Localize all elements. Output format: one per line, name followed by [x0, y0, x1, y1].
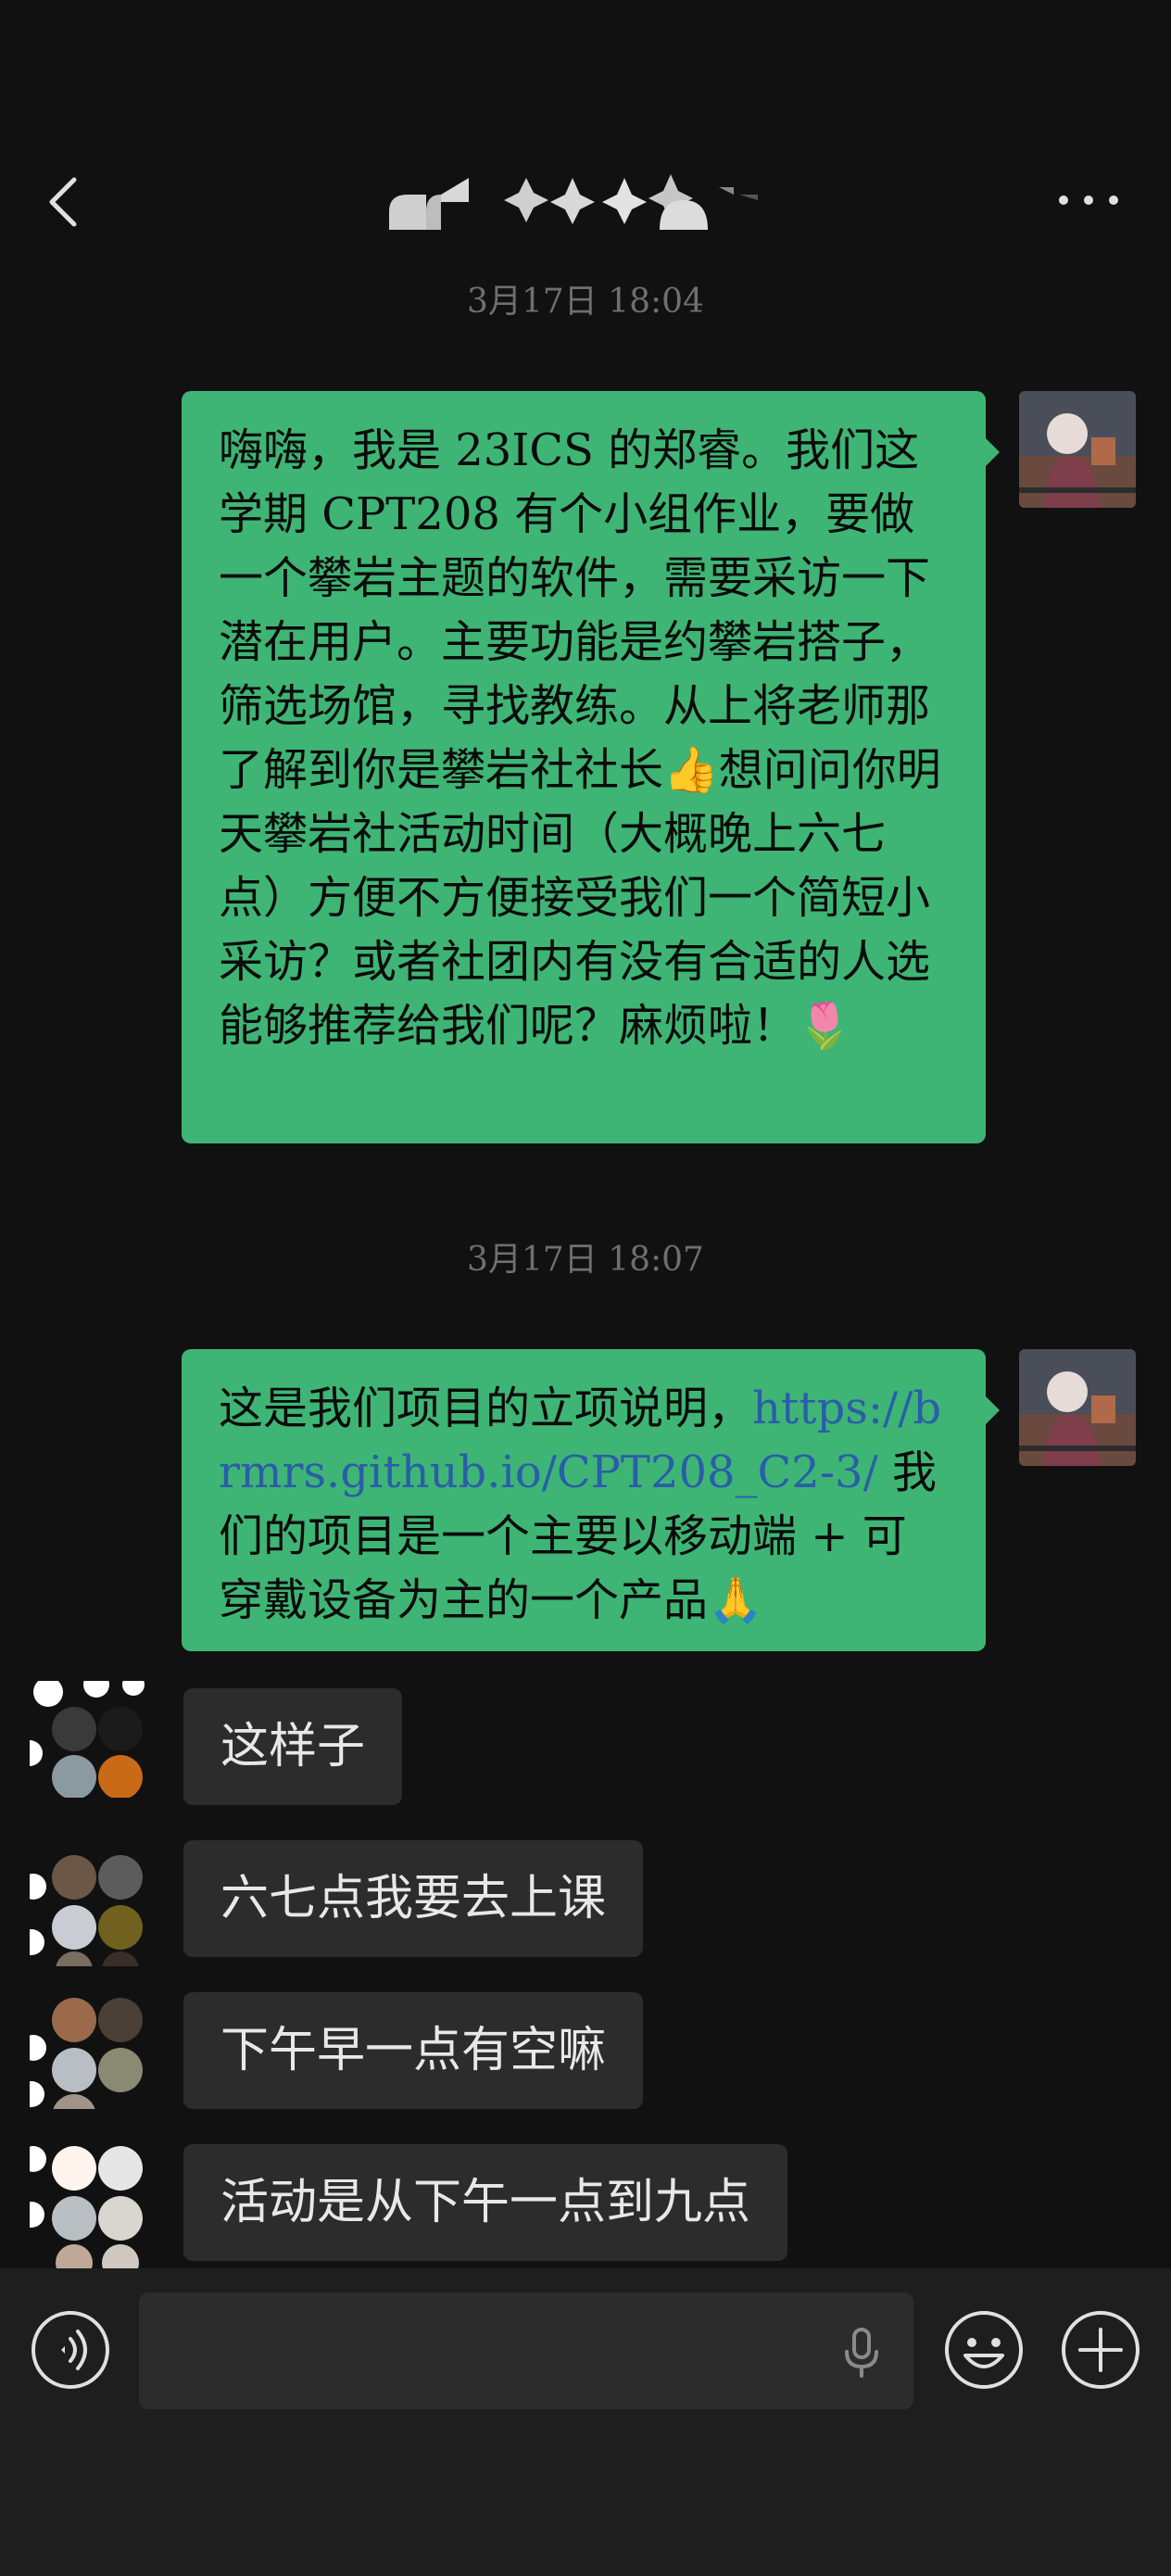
- plus-icon: [1062, 2311, 1140, 2389]
- outgoing-message-bubble[interactable]: 这是我们项目的立项说明，https://brmrs.github.io/CPT2…: [182, 1349, 1000, 1651]
- message-text: 这样子: [220, 1719, 366, 1774]
- avatar-image-icon: [1019, 391, 1136, 508]
- timestamp: 3月17日 18:04: [467, 283, 704, 321]
- chat-title: [389, 174, 778, 230]
- chevron-left-icon: [49, 177, 77, 227]
- avatar-image-icon: [30, 2140, 146, 2268]
- message-text: 下午早一点有空嘛: [220, 2023, 607, 2078]
- peer-avatar[interactable]: [30, 2140, 146, 2268]
- avatar-image-icon: [30, 1850, 146, 1966]
- more-dots-icon: [1059, 196, 1118, 205]
- peer-avatar[interactable]: [30, 1992, 146, 2109]
- mic-icon: [845, 2328, 878, 2378]
- more-button[interactable]: [1047, 182, 1130, 219]
- avatar-image-icon: [30, 1992, 146, 2109]
- message-input[interactable]: [139, 2292, 913, 2409]
- avatar-image-icon: [1019, 1349, 1136, 1466]
- incoming-message-bubble[interactable]: 六七点我要去上课: [183, 1840, 644, 1957]
- more-functions-button[interactable]: [1060, 2309, 1141, 2391]
- my-avatar[interactable]: [1019, 391, 1136, 508]
- message-text: 活动是从下午一点到九点: [220, 2175, 751, 2230]
- outgoing-message-bubble[interactable]: 嗨嗨，我是 23ICS 的郑睿。我们这学期 CPT208 有个小组作业，要做一个…: [182, 391, 1000, 1143]
- voice-button[interactable]: [30, 2309, 111, 2391]
- incoming-message-bubble[interactable]: 活动是从下午一点到九点: [183, 2144, 788, 2261]
- my-avatar[interactable]: [1019, 1349, 1136, 1466]
- message-text: 这是我们项目的立项说明，: [219, 1383, 753, 1434]
- incoming-message-bubble[interactable]: 这样子: [183, 1688, 403, 1805]
- chat-header: [0, 0, 1171, 269]
- avatar-image-icon: [30, 1681, 146, 1798]
- incoming-message-bubble[interactable]: 下午早一点有空嘛: [183, 1992, 644, 2109]
- back-button[interactable]: [37, 167, 93, 237]
- emoji-button[interactable]: [943, 2309, 1025, 2391]
- peer-avatar[interactable]: [30, 1850, 146, 1966]
- peer-avatar[interactable]: [30, 1681, 146, 1798]
- message-text: 嗨嗨，我是 23ICS 的郑睿。我们这学期 CPT208 有个小组作业，要做一个…: [219, 424, 941, 1052]
- mic-button[interactable]: [834, 2324, 889, 2380]
- title-redaction-shapes: [389, 174, 758, 230]
- emoji-icon: [945, 2311, 1023, 2389]
- timestamp: 3月17日 18:07: [467, 1241, 704, 1279]
- voice-icon: [31, 2311, 109, 2389]
- message-text: 六七点我要去上课: [220, 1871, 607, 1926]
